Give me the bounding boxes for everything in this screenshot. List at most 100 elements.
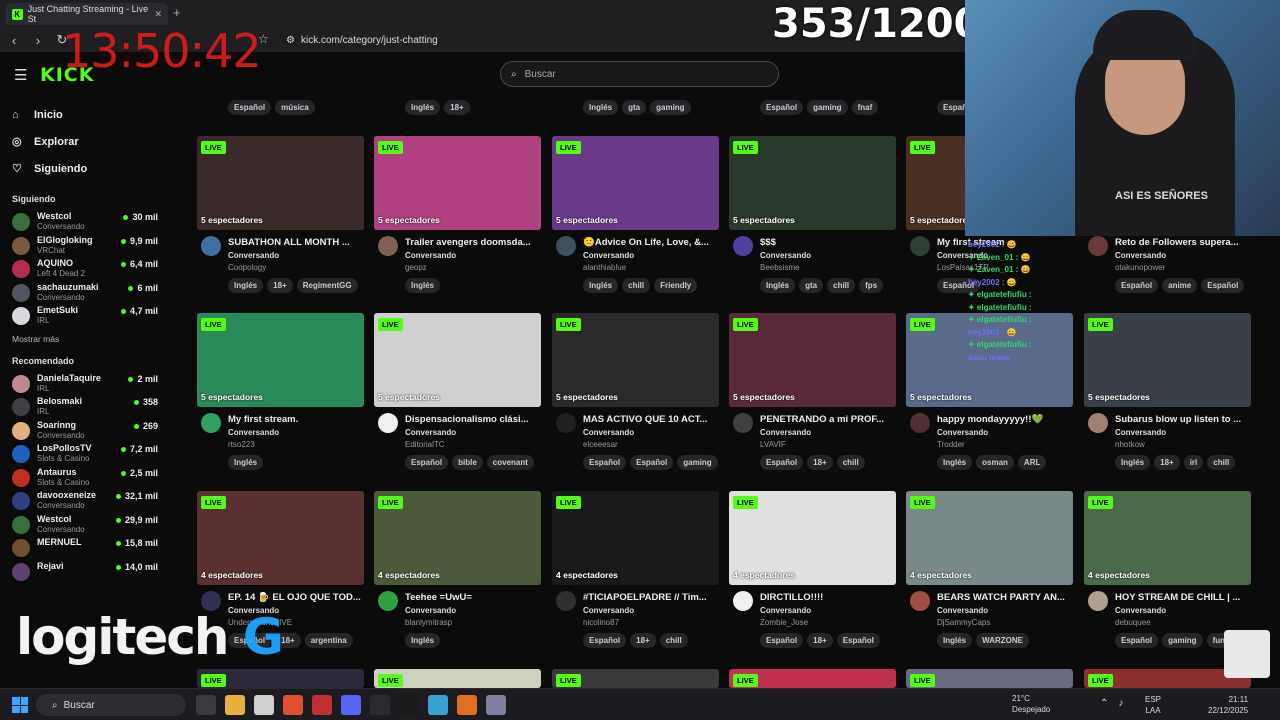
streamer-avatar[interactable] bbox=[201, 413, 221, 433]
tag[interactable]: osman bbox=[976, 455, 1014, 470]
stream-thumbnail[interactable]: LIVE 5 espectadores bbox=[197, 313, 364, 407]
stream-card[interactable]: LIVE 5 espectadores Subarus blow up listen… bbox=[1084, 313, 1251, 470]
streamer-name[interactable]: nicolino87 bbox=[583, 618, 619, 627]
tag[interactable]: chill bbox=[622, 278, 651, 293]
stream-card[interactable]: LIVE 5 espectadores Dispensacionalismo clá… bbox=[374, 313, 541, 470]
tag[interactable]: música bbox=[275, 100, 315, 115]
streamer-name[interactable]: elceeesar bbox=[583, 440, 618, 449]
tag[interactable]: gta bbox=[622, 100, 647, 115]
channel-item[interactable]: sachauzumaki Conversando 6 mil bbox=[12, 281, 170, 305]
tag[interactable]: Inglés bbox=[405, 278, 441, 293]
tag[interactable]: covenant bbox=[486, 455, 534, 470]
channel-item[interactable]: Antaurus Slots & Casino 2,5 mil bbox=[12, 466, 170, 490]
tag[interactable]: gaming bbox=[650, 100, 691, 115]
streamer-avatar[interactable] bbox=[378, 236, 398, 256]
windows-start-icon[interactable] bbox=[12, 697, 28, 713]
tag[interactable]: 18+ bbox=[444, 100, 470, 115]
streamer-avatar[interactable] bbox=[378, 413, 398, 433]
stream-thumbnail[interactable]: LIVE bbox=[374, 669, 541, 688]
streamer-avatar[interactable] bbox=[910, 413, 930, 433]
tag[interactable]: gaming bbox=[1162, 633, 1203, 648]
stream-card[interactable]: LIVE 4 espectadores EP. 14 🍺 EL OJO QUE TO… bbox=[197, 491, 364, 648]
stream-card[interactable]: LIVE 5 espectadores PENETRANDO a mi PROF..… bbox=[729, 313, 896, 470]
menu-icon[interactable]: ☰ bbox=[14, 66, 27, 84]
tag[interactable]: 18+ bbox=[630, 633, 656, 648]
obs-icon[interactable] bbox=[370, 695, 390, 715]
language-indicator[interactable]: ESP LAA bbox=[1145, 694, 1161, 716]
stream-title[interactable]: BEARS WATCH PARTY AN... bbox=[937, 592, 1073, 603]
task-view-icon[interactable] bbox=[196, 695, 216, 715]
streamer-name[interactable]: geopz bbox=[405, 263, 427, 272]
tag[interactable]: Inglés bbox=[405, 633, 441, 648]
stream-title[interactable]: My first stream. bbox=[228, 414, 364, 425]
stream-category[interactable]: Conversando bbox=[937, 428, 988, 437]
stream-category[interactable]: Conversando bbox=[760, 606, 811, 615]
tag[interactable]: 18+ bbox=[807, 633, 833, 648]
streamer-name[interactable]: DjSammyCaps bbox=[937, 618, 990, 627]
stream-thumbnail[interactable]: LIVE bbox=[729, 669, 896, 688]
nav-item-explorar[interactable]: ◎ Explorar bbox=[12, 128, 170, 155]
tag[interactable]: anime bbox=[1162, 278, 1198, 293]
streamer-avatar[interactable] bbox=[556, 236, 576, 256]
streamer-avatar[interactable] bbox=[1088, 591, 1108, 611]
tag[interactable]: argentina bbox=[304, 633, 353, 648]
brave-icon[interactable] bbox=[283, 695, 303, 715]
stream-title[interactable]: HOY STREAM DE CHILL | ... bbox=[1115, 592, 1251, 603]
capcut-icon[interactable] bbox=[399, 695, 419, 715]
stream-thumbnail[interactable]: LIVE 5 espectadores bbox=[374, 313, 541, 407]
stream-category[interactable]: Conversando bbox=[405, 606, 456, 615]
tag[interactable]: 18+ bbox=[267, 278, 293, 293]
channel-item[interactable]: ElGlogloking VRChat 9,9 mil bbox=[12, 234, 170, 258]
channel-item[interactable]: MERNUEL 15,8 mil bbox=[12, 536, 170, 560]
stream-category[interactable]: Conversando bbox=[937, 606, 988, 615]
stream-title[interactable]: DIRCTILLO!!!! bbox=[760, 592, 896, 603]
tag[interactable]: Inglés bbox=[228, 455, 264, 470]
stream-card[interactable]: LIVE 5 espectadores My first stream. Conver… bbox=[197, 313, 364, 470]
streamer-name[interactable]: blanlymitrasp bbox=[405, 618, 452, 627]
tag[interactable]: Español bbox=[1115, 278, 1159, 293]
forward-icon[interactable]: › bbox=[28, 33, 48, 48]
globe-icon[interactable] bbox=[428, 695, 448, 715]
stream-title[interactable]: #TICIAPOELPADRE // Tim... bbox=[583, 592, 719, 603]
app2-icon[interactable] bbox=[457, 695, 477, 715]
stream-thumbnail[interactable]: LIVE 5 espectadores bbox=[552, 136, 719, 230]
channel-item[interactable]: LosPollosTV Slots & Casino 7,2 mil bbox=[12, 442, 170, 466]
weather-widget[interactable]: 21°C Despejado bbox=[1012, 693, 1050, 715]
tag[interactable]: Español bbox=[1201, 278, 1245, 293]
tag[interactable]: RegimentGG bbox=[296, 278, 358, 293]
channel-item[interactable]: Soarinng Conversando 269 bbox=[12, 419, 170, 443]
stream-card[interactable]: LIVE 4 espectadores BEARS WATCH PARTY AN..… bbox=[906, 491, 1073, 648]
tag[interactable]: Español bbox=[583, 633, 627, 648]
tag[interactable]: Inglés bbox=[1115, 455, 1151, 470]
tag[interactable]: Inglés bbox=[937, 633, 973, 648]
stream-card[interactable]: LIVE 5 espectadores 🙂Advice On Life, Love,… bbox=[552, 136, 719, 293]
stream-category[interactable]: Conversando bbox=[405, 428, 456, 437]
streamer-name[interactable]: Coopology bbox=[228, 263, 266, 272]
tag[interactable]: chill bbox=[1207, 455, 1236, 470]
tag[interactable]: WARZONE bbox=[976, 633, 1030, 648]
back-icon[interactable]: ‹ bbox=[4, 33, 24, 48]
streamer-avatar[interactable] bbox=[556, 413, 576, 433]
channel-item[interactable]: Rejavi 14,0 mil bbox=[12, 560, 170, 584]
streamer-avatar[interactable] bbox=[733, 413, 753, 433]
tag[interactable]: fnaf bbox=[851, 100, 879, 115]
tag[interactable]: gaming bbox=[807, 100, 848, 115]
tag[interactable]: gta bbox=[799, 278, 824, 293]
streamer-name[interactable]: debuquee bbox=[1115, 618, 1151, 627]
stream-thumbnail[interactable]: LIVE 5 espectadores bbox=[729, 313, 896, 407]
tag[interactable]: irl bbox=[1183, 455, 1204, 470]
tag[interactable]: Español bbox=[836, 633, 880, 648]
tag[interactable]: Español bbox=[760, 100, 804, 115]
stream-card[interactable]: LIVE 5 espectadores $$$ Conversando Beebsism… bbox=[729, 136, 896, 293]
tag[interactable]: 18+ bbox=[807, 455, 833, 470]
stream-category[interactable]: Conversando bbox=[405, 251, 456, 260]
stream-category[interactable]: Conversando bbox=[1115, 606, 1166, 615]
new-tab-icon[interactable]: + bbox=[173, 5, 181, 20]
file-explorer-icon[interactable] bbox=[225, 695, 245, 715]
search-input[interactable]: ⌕ Buscar bbox=[500, 61, 779, 87]
channel-item[interactable]: DanielaTaquire IRL 2 mil bbox=[12, 372, 170, 396]
stream-thumbnail[interactable]: LIVE 4 espectadores bbox=[729, 491, 896, 585]
stream-card[interactable]: LIVE 5 espectadores SUBATHON ALL MONTH ...… bbox=[197, 136, 364, 293]
tag[interactable]: Inglés bbox=[228, 278, 264, 293]
streamer-avatar[interactable] bbox=[910, 236, 930, 256]
